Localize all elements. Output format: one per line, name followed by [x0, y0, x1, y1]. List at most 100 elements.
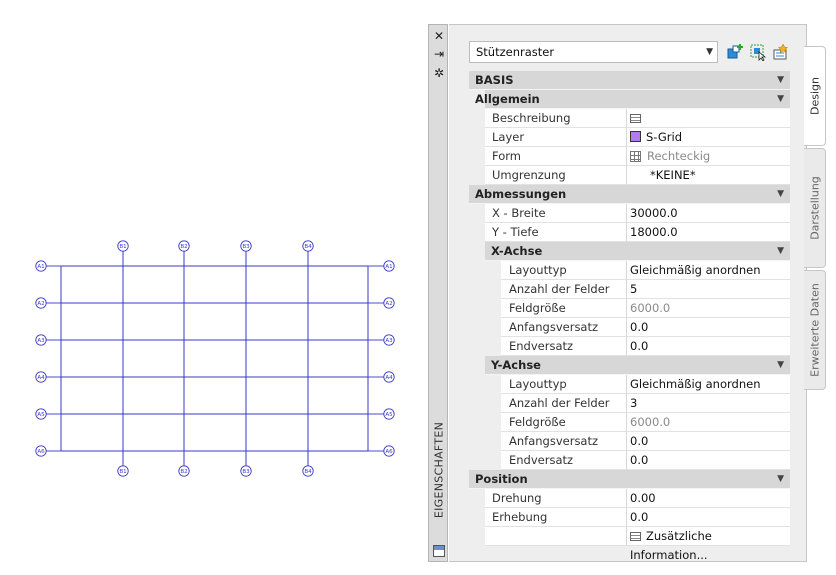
property-row-zusatz[interactable]: Zusätzliche Information...: [469, 527, 790, 562]
row-right-label: A6: [385, 449, 393, 455]
x-feldgroesse-value: 6000.0: [626, 299, 790, 318]
umgrenzung-value[interactable]: *KEINE*: [626, 166, 790, 185]
y-tiefe-input[interactable]: 18000.0: [626, 223, 790, 242]
form-value[interactable]: Rechteckig: [626, 147, 790, 166]
style-select-value: Stützenraster: [476, 45, 555, 59]
properties-palette: ✕ ⇥ ✲ EIGENSCHAFTEN Stützenraster ▼ BASI…: [428, 24, 828, 562]
collapse-icon[interactable]: ▼: [777, 71, 784, 90]
y-anzahl-input[interactable]: 3: [626, 394, 790, 413]
collapse-icon[interactable]: ▼: [777, 185, 784, 204]
property-row-x-anzahl[interactable]: Anzahl der Felder 5: [469, 280, 790, 299]
category-label: Abmessungen: [475, 187, 567, 201]
column-top-label: B2: [180, 244, 187, 250]
x-layouttyp-select[interactable]: Gleichmäßig anordnen: [626, 261, 790, 280]
y-anfangsversatz-input[interactable]: 0.0: [626, 432, 790, 451]
collapse-icon[interactable]: ▼: [777, 242, 784, 261]
erhebung-input[interactable]: 0.0: [626, 508, 790, 527]
layer-value[interactable]: S-Grid: [626, 128, 790, 147]
property-row-y-feldgroesse[interactable]: Feldgröße 6000.0: [469, 413, 790, 432]
settings-icon[interactable]: ✲: [432, 66, 446, 80]
x-breite-input[interactable]: 30000.0: [626, 204, 790, 223]
column-grid-drawing[interactable]: B1 B2 B3 B4 B1 B2 B3 B4 A1 A2 A3 A4 A5 A6 A1 A2 A3 A4 A5 A6: [0, 0, 420, 575]
property-row-x-feldgroesse[interactable]: Feldgröße 6000.0: [469, 299, 790, 318]
tab-label: Design: [808, 77, 821, 115]
property-row-x-breite[interactable]: X - Breite 30000.0: [469, 204, 790, 223]
additional-information-label: Zusätzliche Information...: [630, 529, 712, 562]
add-style-icon[interactable]: [726, 43, 744, 61]
grid-shape-icon: [630, 151, 641, 162]
y-endversatz-input[interactable]: 0.0: [626, 451, 790, 470]
additional-information-button[interactable]: Zusätzliche Information...: [626, 527, 790, 562]
property-row-layer[interactable]: Layer S-Grid: [469, 128, 790, 147]
column-bottom-label: B1: [119, 469, 126, 475]
row-right-label: A5: [385, 412, 393, 418]
y-layouttyp-select[interactable]: Gleichmäßig anordnen: [626, 375, 790, 394]
description-button[interactable]: [626, 109, 790, 128]
property-label: Anzahl der Felder: [501, 280, 626, 299]
tab-label: Erweiterte Daten: [808, 283, 821, 377]
property-table: BASIS ▼ Allgemein ▼ Beschreibung Layer S…: [469, 71, 790, 562]
close-icon[interactable]: ✕: [432, 29, 446, 43]
category-basis[interactable]: BASIS ▼: [469, 71, 790, 90]
palette-title: EIGENSCHAFTEN: [432, 421, 446, 519]
property-row-x-layouttyp[interactable]: Layouttyp Gleichmäßig anordnen: [469, 261, 790, 280]
property-row-umgrenzung[interactable]: Umgrenzung *KEINE*: [469, 166, 790, 185]
row-right-label: A4: [385, 375, 393, 381]
property-label: Erhebung: [485, 508, 626, 527]
layer-color-swatch: [630, 131, 641, 142]
property-label: Form: [485, 147, 626, 166]
column-bottom-label: B2: [180, 469, 187, 475]
x-anfangsversatz-input[interactable]: 0.0: [626, 318, 790, 337]
quick-select-icon[interactable]: [772, 43, 790, 61]
row-right-label: A1: [385, 264, 392, 270]
property-label: Layouttyp: [501, 261, 626, 280]
tab-darstellung[interactable]: Darstellung: [804, 148, 826, 268]
category-label: Y-Achse: [491, 358, 541, 372]
property-row-y-anzahl[interactable]: Anzahl der Felder 3: [469, 394, 790, 413]
row-left-label: A2: [37, 301, 44, 307]
collapse-icon[interactable]: ▼: [777, 90, 784, 109]
category-y-achse[interactable]: Y-Achse ▼: [469, 356, 790, 375]
x-anzahl-input[interactable]: 5: [626, 280, 790, 299]
drehung-input[interactable]: 0.00: [626, 489, 790, 508]
category-label: Position: [475, 472, 528, 486]
category-x-achse[interactable]: X-Achse ▼: [469, 242, 790, 261]
property-label-empty: [485, 527, 626, 546]
x-endversatz-input[interactable]: 0.0: [626, 337, 790, 356]
text-editor-icon[interactable]: [630, 114, 641, 123]
property-row-y-anfangsversatz[interactable]: Anfangsversatz 0.0: [469, 432, 790, 451]
tab-erweiterte-daten[interactable]: Erweiterte Daten: [804, 270, 826, 390]
category-abmessungen[interactable]: Abmessungen ▼: [469, 185, 790, 204]
select-objects-icon[interactable]: [749, 43, 767, 61]
property-row-form[interactable]: Form Rechteckig: [469, 147, 790, 166]
style-select[interactable]: Stützenraster ▼: [469, 41, 718, 63]
property-row-x-anfangsversatz[interactable]: Anfangsversatz 0.0: [469, 318, 790, 337]
column-bottom-label: B4: [304, 469, 312, 475]
property-label: X - Breite: [485, 204, 626, 223]
palette-titlebar[interactable]: ✕ ⇥ ✲ EIGENSCHAFTEN: [428, 24, 448, 562]
autohide-icon[interactable]: ⇥: [432, 47, 446, 61]
property-label: Feldgröße: [501, 413, 626, 432]
property-row-y-endversatz[interactable]: Endversatz 0.0: [469, 451, 790, 470]
collapse-icon[interactable]: ▼: [777, 356, 784, 375]
collapse-icon[interactable]: ▼: [777, 470, 784, 489]
property-row-drehung[interactable]: Drehung 0.00: [469, 489, 790, 508]
category-allgemein[interactable]: Allgemein ▼: [469, 90, 790, 109]
drawing-canvas[interactable]: B1 B2 B3 B4 B1 B2 B3 B4 A1 A2 A3 A4 A5 A6 A1 A2 A3 A4 A5 A6: [0, 0, 420, 575]
property-row-y-layouttyp[interactable]: Layouttyp Gleichmäßig anordnen: [469, 375, 790, 394]
row-left-label: A6: [37, 449, 45, 455]
property-row-erhebung[interactable]: Erhebung 0.0: [469, 508, 790, 527]
property-label: Feldgröße: [501, 299, 626, 318]
property-row-y-tiefe[interactable]: Y - Tiefe 18000.0: [469, 223, 790, 242]
chevron-down-icon[interactable]: ▼: [706, 42, 713, 62]
form-text: Rechteckig: [647, 149, 711, 163]
tab-design[interactable]: Design: [804, 46, 826, 146]
properties-icon[interactable]: [433, 545, 445, 557]
row-left-label: A1: [37, 264, 44, 270]
property-row-x-endversatz[interactable]: Endversatz 0.0: [469, 337, 790, 356]
column-top-label: B4: [304, 244, 312, 250]
property-row-beschreibung[interactable]: Beschreibung: [469, 109, 790, 128]
tab-label: Darstellung: [808, 176, 821, 240]
category-position[interactable]: Position ▼: [469, 470, 790, 489]
property-label: Beschreibung: [485, 109, 626, 128]
